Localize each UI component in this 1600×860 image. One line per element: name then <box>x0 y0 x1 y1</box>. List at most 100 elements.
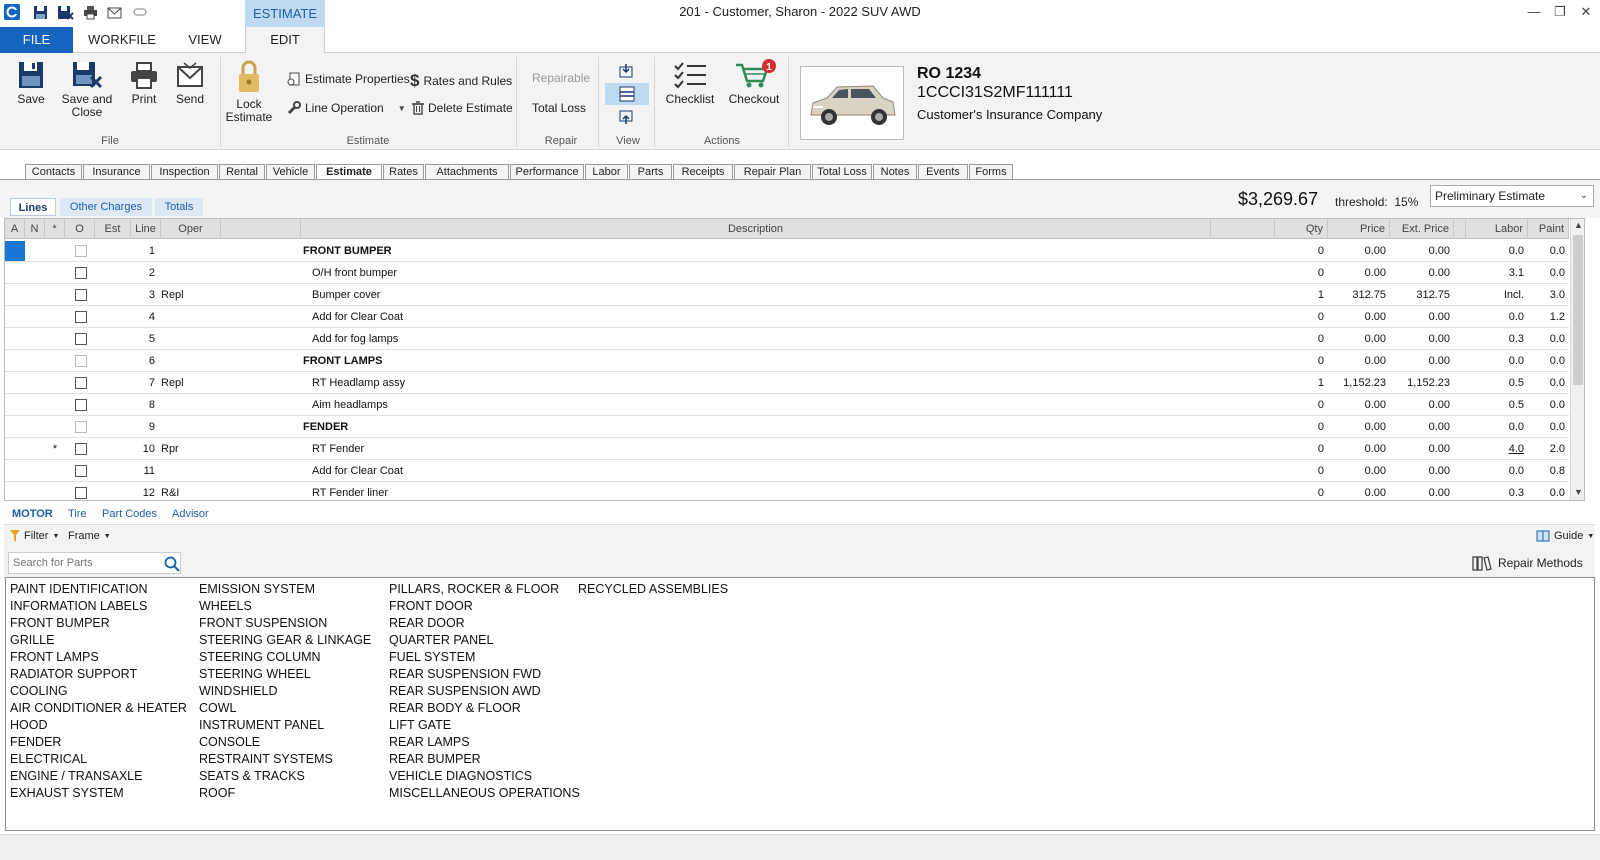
scroll-up-icon[interactable]: ▲ <box>1574 220 1583 230</box>
view-expand-down-button[interactable] <box>618 62 636 80</box>
repairable-button[interactable]: Repairable <box>532 71 590 85</box>
category-item[interactable]: STEERING COLUMN <box>199 649 371 666</box>
tab-events[interactable]: Events <box>918 164 968 180</box>
tab-total-loss[interactable]: Total Loss <box>812 164 872 180</box>
row-checkbox[interactable] <box>75 289 87 301</box>
category-item[interactable]: WHEELS <box>199 598 371 615</box>
category-item[interactable]: COWL <box>199 700 371 717</box>
tab-insurance[interactable]: Insurance <box>83 164 150 180</box>
scroll-down-icon[interactable]: ▼ <box>1574 487 1583 497</box>
category-item[interactable]: PAINT IDENTIFICATION <box>10 581 187 598</box>
menu-view[interactable]: VIEW <box>172 27 238 53</box>
view-expand-up-button[interactable] <box>618 110 636 128</box>
table-row[interactable]: 9 FENDER 0 0.00 0.00 0.0 0.0 <box>5 416 1569 438</box>
tab-contacts[interactable]: Contacts <box>25 164 82 180</box>
category-item[interactable]: INFORMATION LABELS <box>10 598 187 615</box>
search-parts-input[interactable] <box>13 553 158 573</box>
category-item[interactable]: RADIATOR SUPPORT <box>10 666 187 683</box>
col-qty[interactable]: Qty <box>1275 219 1328 239</box>
estimate-properties-button[interactable]: Estimate Properties <box>287 72 410 86</box>
category-item[interactable]: HOOD <box>10 717 187 734</box>
guide-dropdown[interactable]: Guide ▼ <box>1536 530 1594 542</box>
category-item[interactable]: FRONT SUSPENSION <box>199 615 371 632</box>
table-row[interactable]: 6 FRONT LAMPS 0 0.00 0.00 0.0 0.0 <box>5 350 1569 372</box>
col-o[interactable]: O <box>65 219 95 239</box>
delete-estimate-button[interactable]: Delete Estimate <box>412 101 513 115</box>
category-item[interactable]: REAR BUMPER <box>389 751 580 768</box>
menu-file[interactable]: FILE <box>0 27 73 53</box>
save-button[interactable]: Save <box>10 61 52 106</box>
tab-receipts[interactable]: Receipts <box>673 164 733 180</box>
tab-parts[interactable]: Parts <box>629 164 672 180</box>
filter-dropdown[interactable]: Filter ▼ <box>10 530 59 542</box>
category-item[interactable]: REAR SUSPENSION FWD <box>389 666 580 683</box>
tab-rates[interactable]: Rates <box>383 164 424 180</box>
table-row[interactable]: 4 Add for Clear Coat 0 0.00 0.00 0.0 1.2 <box>5 306 1569 328</box>
category-item[interactable]: CONSOLE <box>199 734 371 751</box>
col-ext-price[interactable]: Ext. Price <box>1390 219 1454 239</box>
category-item[interactable]: QUARTER PANEL <box>389 632 580 649</box>
category-item[interactable]: STEERING WHEEL <box>199 666 371 683</box>
category-item[interactable]: ELECTRICAL <box>10 751 187 768</box>
category-item[interactable]: AIR CONDITIONER & HEATER <box>10 700 187 717</box>
category-item[interactable]: WINDSHIELD <box>199 683 371 700</box>
save-and-close-button[interactable]: Save and Close <box>58 61 116 119</box>
col-a[interactable]: A <box>5 219 25 239</box>
panel-tab-part-codes[interactable]: Part Codes <box>98 506 161 522</box>
row-checkbox[interactable] <box>75 333 87 345</box>
table-row[interactable]: 11 Add for Clear Coat 0 0.00 0.00 0.0 0.8 <box>5 460 1569 482</box>
menu-workfile[interactable]: WORKFILE <box>82 27 162 53</box>
category-item[interactable]: RESTRAINT SYSTEMS <box>199 751 371 768</box>
category-item[interactable]: EXHAUST SYSTEM <box>10 785 187 802</box>
category-item[interactable]: VEHICLE DIAGNOSTICS <box>389 768 580 785</box>
col-oper[interactable]: Oper <box>161 219 221 239</box>
category-item[interactable]: FRONT DOOR <box>389 598 580 615</box>
category-item[interactable]: FRONT BUMPER <box>10 615 187 632</box>
category-item[interactable]: REAR SUSPENSION AWD <box>389 683 580 700</box>
category-item[interactable]: PILLARS, ROCKER & FLOOR <box>389 581 580 598</box>
subtab-lines[interactable]: Lines <box>10 198 56 216</box>
tab-labor[interactable]: Labor <box>585 164 628 180</box>
table-row[interactable]: 2 O/H front bumper 0 0.00 0.00 3.1 0.0 <box>5 262 1569 284</box>
table-row[interactable]: 3 Repl Bumper cover 1 312.75 312.75 Incl. 3.0 <box>5 284 1569 306</box>
scrollbar-thumb[interactable] <box>1573 235 1583 385</box>
row-checkbox[interactable] <box>75 399 87 411</box>
view-split-button[interactable] <box>605 83 649 105</box>
lock-estimate-button[interactable]: Lock Estimate <box>224 58 274 124</box>
subtab-totals[interactable]: Totals <box>155 198 203 216</box>
col-labor[interactable]: Labor <box>1466 219 1528 239</box>
table-row[interactable]: 1 FRONT BUMPER 0 0.00 0.00 0.0 0.0 <box>5 240 1569 262</box>
close-button[interactable]: ✕ <box>1573 2 1599 22</box>
checklist-button[interactable]: Checklist <box>662 61 718 106</box>
row-checkbox[interactable] <box>75 421 87 433</box>
category-item[interactable]: COOLING <box>10 683 187 700</box>
category-item[interactable]: ENGINE / TRANSAXLE <box>10 768 187 785</box>
table-row[interactable]: 8 Aim headlamps 0 0.00 0.00 0.5 0.0 <box>5 394 1569 416</box>
col-paint[interactable]: Paint <box>1528 219 1569 239</box>
line-operation-dropdown-icon[interactable]: ▼ <box>398 104 406 113</box>
send-button[interactable]: Send <box>170 61 210 106</box>
panel-tab-advisor[interactable]: Advisor <box>168 506 213 522</box>
row-checkbox[interactable] <box>75 311 87 323</box>
col-star[interactable]: * <box>45 219 65 239</box>
repair-methods-button[interactable]: Repair Methods <box>1472 555 1583 571</box>
category-item[interactable]: RECYCLED ASSEMBLIES <box>578 581 728 598</box>
category-item[interactable]: ROOF <box>199 785 371 802</box>
table-row[interactable]: 7 Repl RT Headlamp assy 1 1,152.23 1,152.23 0.… <box>5 372 1569 394</box>
panel-tab-tire[interactable]: Tire <box>64 506 91 522</box>
total-loss-button[interactable]: Total Loss <box>532 101 586 115</box>
tab-vehicle[interactable]: Vehicle <box>266 164 315 180</box>
table-row[interactable]: 12 R&I RT Fender liner 0 0.00 0.00 0.3 0.0 <box>5 482 1569 500</box>
row-checkbox[interactable] <box>75 377 87 389</box>
category-item[interactable]: FENDER <box>10 734 187 751</box>
checkout-button[interactable]: 1 Checkout <box>726 59 782 106</box>
row-checkbox[interactable] <box>75 443 87 455</box>
category-item[interactable]: MISCELLANEOUS OPERATIONS <box>389 785 580 802</box>
row-checkbox[interactable] <box>75 267 87 279</box>
tab-performance[interactable]: Performance <box>510 164 584 180</box>
tab-forms[interactable]: Forms <box>969 164 1013 180</box>
col-line[interactable]: Line <box>131 219 161 239</box>
row-checkbox[interactable] <box>75 355 87 367</box>
tab-notes[interactable]: Notes <box>873 164 917 180</box>
category-item[interactable]: REAR DOOR <box>389 615 580 632</box>
